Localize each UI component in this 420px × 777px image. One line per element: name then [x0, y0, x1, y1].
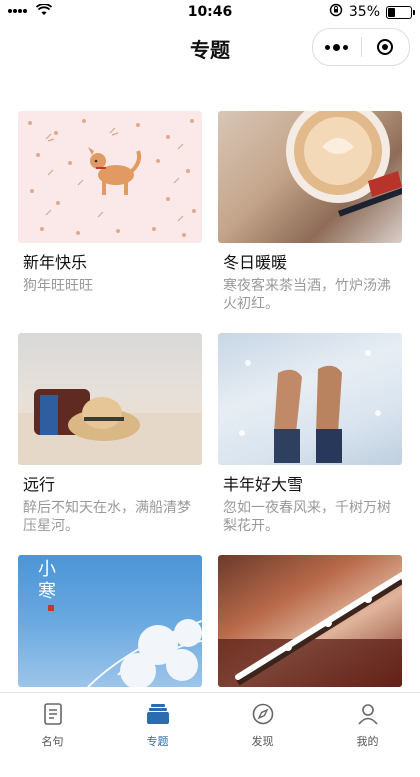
nav-bar: 专题 — [0, 24, 420, 70]
wifi-icon — [35, 3, 53, 20]
tab-discover[interactable]: 发现 — [210, 693, 315, 748]
topic-card[interactable]: 远行 醉后不知天在水，满船清梦压星河。 — [18, 333, 202, 555]
topic-image-coffee-cup — [218, 111, 402, 243]
document-icon — [43, 703, 63, 729]
status-right: 35% — [329, 3, 420, 21]
signal-icon — [8, 4, 28, 20]
more-button[interactable] — [313, 29, 361, 65]
status-left — [0, 3, 53, 20]
topic-desc: 忽如一夜春风来，千树万树梨花开。 — [223, 500, 391, 534]
more-icon — [325, 43, 349, 51]
tab-me[interactable]: 我的 — [315, 693, 420, 748]
topic-desc: 狗年旺旺旺 — [23, 278, 93, 294]
topic-image-beach-hat — [18, 333, 202, 465]
topic-title: 冬日暖暖 — [223, 253, 288, 272]
topic-image-frosted-branches: 小寒 — [18, 555, 202, 687]
topic-desc: 醉后不知天在水，满船清梦压星河。 — [23, 500, 191, 534]
status-bar: 10:46 35% — [0, 0, 420, 24]
topic-title: 丰年好大雪 — [223, 475, 304, 494]
stack-icon — [146, 703, 170, 729]
target-icon — [377, 39, 394, 55]
topic-card[interactable]: 新年快乐 狗年旺旺旺 — [18, 111, 202, 333]
topic-card[interactable]: 丰年好大雪 忽如一夜春风来，千树万树梨花开。 — [218, 333, 402, 555]
topic-list: 新年快乐 狗年旺旺旺 冬日暖暖 寒夜客来茶当酒，竹炉汤沸火初红。 远行 醉后不知… — [18, 111, 402, 777]
compass-icon — [252, 703, 274, 729]
tab-bar: 名句 专题 发现 我的 — [0, 692, 420, 748]
topic-image-snow-boots — [218, 333, 402, 465]
orientation-lock-icon — [329, 3, 343, 21]
topic-image-snowy-branch — [218, 555, 402, 687]
topic-card[interactable]: 冬日暖暖 寒夜客来茶当酒，竹炉汤沸火初红。 — [218, 111, 402, 333]
topic-desc: 寒夜客来茶当酒，竹炉汤沸火初红。 — [223, 278, 391, 312]
tab-topics[interactable]: 专题 — [105, 693, 210, 748]
topic-image-dog-pattern — [18, 111, 202, 243]
battery-fill — [388, 7, 395, 17]
topic-title: 远行 — [23, 475, 56, 494]
tab-quotes[interactable]: 名句 — [0, 693, 105, 748]
battery-icon — [386, 5, 415, 19]
close-mini-program-button[interactable] — [362, 29, 410, 65]
battery-percent: 35% — [348, 4, 380, 20]
topic-title: 新年快乐 — [23, 253, 88, 272]
mini-program-capsule — [312, 28, 410, 66]
user-icon — [357, 703, 379, 729]
